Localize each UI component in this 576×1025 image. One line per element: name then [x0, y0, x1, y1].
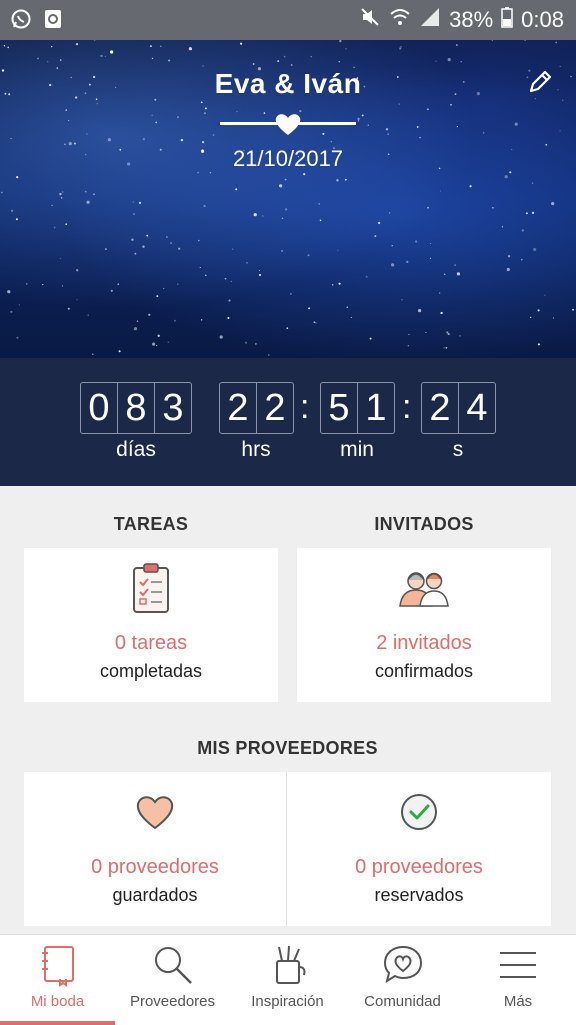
providers-title: MIS PROVEEDORES [197, 738, 378, 758]
nav-label: Proveedores [129, 993, 216, 1010]
nav-label: Mi boda [30, 993, 85, 1010]
battery-icon [501, 6, 513, 34]
battery-percent: 38% [449, 7, 494, 32]
checklist-clipboard-icon [131, 562, 171, 619]
couple-names: Eva & Iván [214, 68, 362, 99]
seconds-label: s [452, 438, 464, 461]
hours-digits: 2 2 [219, 382, 294, 434]
digit: 2 [264, 386, 286, 429]
tasks-count: 0 tareas [114, 632, 188, 654]
check-circle-icon [399, 792, 439, 837]
mute-icon [359, 6, 381, 34]
heart-outline-icon [135, 794, 175, 835]
nav-comunidad[interactable]: Comunidad [345, 935, 460, 1025]
digit: 5 [321, 383, 358, 433]
saved-subtitle: guardados [112, 885, 198, 905]
nav-inspiracion[interactable]: Inspiración [230, 935, 345, 1025]
status-bar: 38% 0:08 [0, 0, 576, 40]
seconds-digits: 2 4 [421, 382, 496, 434]
chat-heart-icon [381, 943, 425, 992]
reserved-subtitle: reservados [374, 885, 464, 905]
whatsapp-icon [10, 8, 32, 30]
reserved-providers[interactable]: 0 proveedores reservados [287, 772, 551, 926]
edit-pencil-icon[interactable] [526, 68, 554, 101]
tasks-title: TAREAS [113, 514, 189, 534]
tasks-subtitle: completadas [99, 661, 203, 681]
digit: 2 [422, 383, 459, 433]
digit: 4 [466, 386, 488, 429]
minutes-label: min [340, 438, 374, 461]
nav-label: Comunidad [364, 993, 441, 1010]
guests-subtitle: confirmados [374, 661, 474, 681]
days-digits: 0 8 3 [80, 382, 192, 434]
nav-mas[interactable]: Más [460, 935, 576, 1025]
pencil-cup-icon [268, 943, 308, 992]
nav-label: Más [503, 993, 533, 1010]
guests-title: INVITADOS [374, 514, 474, 534]
menu-icon [496, 943, 540, 992]
nav-label: Inspiración [251, 993, 324, 1010]
recycle-app-icon [42, 8, 64, 30]
colon-separator: : [300, 388, 310, 426]
digit: 8 [118, 383, 155, 433]
digit: 0 [81, 383, 118, 433]
bottom-nav: Mi boda Proveedores Inspiración Comunida… [0, 934, 576, 1025]
digit: 3 [162, 386, 184, 429]
search-icon [151, 943, 195, 992]
notebook-icon [38, 943, 78, 992]
active-tab-indicator [0, 1021, 115, 1025]
wifi-icon [389, 6, 411, 34]
guests-count: 2 invitados [376, 632, 472, 654]
wedding-date: 21/10/2017 [232, 146, 344, 171]
countdown-timer: 0 8 3 2 2 : 5 1 : 2 4 días hrs min s [0, 358, 576, 486]
reserved-count: 0 proveedores [355, 856, 483, 878]
minutes-digits: 5 1 [320, 382, 395, 434]
digit: 1 [365, 386, 387, 429]
nav-proveedores[interactable]: Proveedores [115, 935, 230, 1025]
saved-providers[interactable]: 0 proveedores guardados [24, 772, 286, 926]
providers-card: 0 proveedores guardados 0 proveedores re… [24, 772, 551, 926]
signal-icon [419, 6, 441, 34]
guests-card[interactable]: 2 invitados confirmados [297, 548, 551, 702]
colon-separator: : [402, 388, 412, 426]
digit: 2 [220, 383, 257, 433]
hours-label: hrs [241, 438, 271, 461]
nav-mi-boda[interactable]: Mi boda [0, 935, 115, 1025]
tasks-card[interactable]: 0 tareas completadas [24, 548, 278, 702]
saved-count: 0 proveedores [91, 856, 219, 878]
guests-couple-icon [396, 568, 452, 613]
days-label: días [116, 438, 156, 461]
hero-banner: Eva & Iván 21/10/2017 [0, 40, 576, 358]
heart-icon [274, 112, 302, 141]
clock: 0:08 [521, 7, 564, 32]
